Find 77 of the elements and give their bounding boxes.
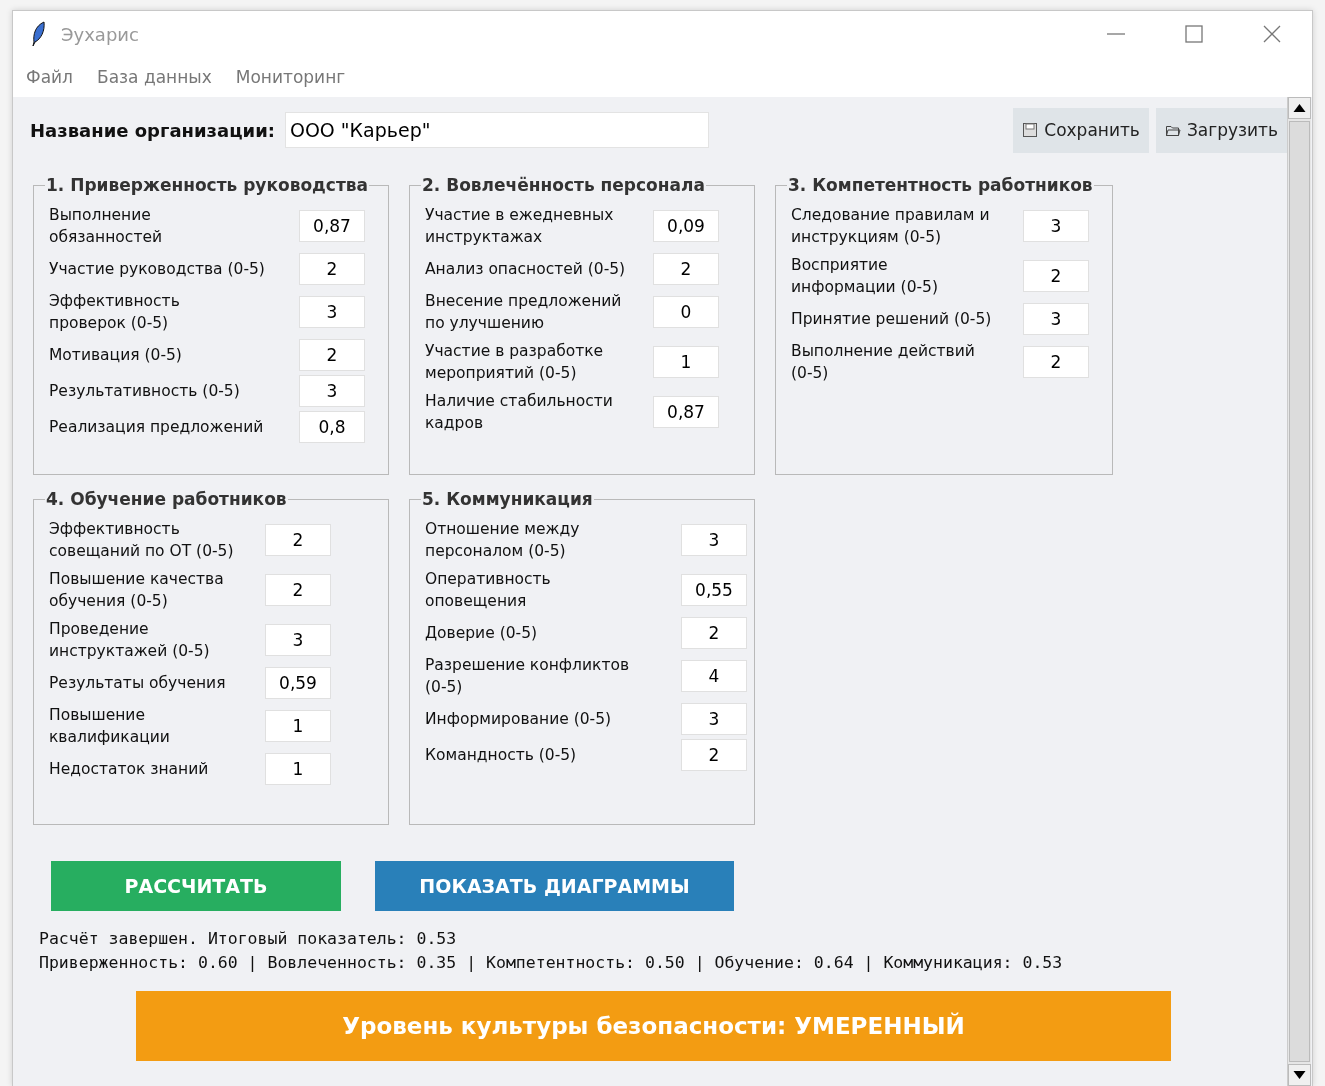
field-label: Проведение инструктажей (0-5) [49,619,211,662]
value-field[interactable]: 0,09 [653,210,719,242]
field-label: Эффективность совещаний по ОТ (0-5) [49,519,235,562]
value-field[interactable]: 3 [299,375,365,407]
value-field[interactable]: 3 [1023,303,1089,335]
organization-field[interactable]: ООО "Карьер" [284,112,709,148]
value-field[interactable]: 0,87 [653,396,719,428]
load-button[interactable]: Загрузить [1155,107,1287,153]
floppy-icon [1022,122,1039,138]
field-label: Анализ опасностей (0-5) [425,259,627,280]
feather-icon [31,21,47,47]
field-label: Недостаток знаний [49,759,210,780]
value-field[interactable]: 0,55 [681,574,747,606]
value-field[interactable]: 0,59 [265,667,331,699]
field-label: Восприятие информации (0-5) [791,255,939,298]
value-field[interactable]: 0,87 [299,210,365,242]
organization-label: Название организации: [30,119,275,141]
value-field[interactable]: 0,8 [299,411,365,443]
field-label: Выполнение обязанностей [49,205,164,248]
value-field[interactable]: 2 [1023,346,1089,378]
group-title: 1. Приверженность руководства [45,175,369,195]
scroll-down-icon[interactable] [1288,1064,1311,1086]
field-label: Принятие решений (0-5) [791,309,993,330]
value-field[interactable]: 3 [265,624,331,656]
menu-item[interactable]: Файл [26,67,73,87]
field-label: Участие руководства (0-5) [49,259,266,280]
field-label: Результаты обучения [49,673,227,694]
maximize-icon[interactable] [1184,24,1204,44]
field-label: Мотивация (0-5) [49,345,183,366]
menu-item[interactable]: Мониторинг [235,67,346,87]
value-field[interactable]: 3 [1023,210,1089,242]
value-field[interactable]: 2 [1023,260,1089,292]
field-label: Следование правилам и инструкциям (0-5) [791,205,991,248]
field-label: Реализация предложений [49,417,265,438]
value-field[interactable]: 2 [265,574,331,606]
value-field[interactable]: 3 [299,296,365,328]
close-icon[interactable] [1262,24,1282,44]
value-field[interactable]: 2 [681,617,747,649]
value-field[interactable]: 2 [653,253,719,285]
field-label: Информирование (0-5) [425,709,613,730]
value-field[interactable]: 2 [299,253,365,285]
group-title: 2. Вовлечённость персонала [421,175,706,195]
value-field[interactable]: 0 [653,296,719,328]
value-field[interactable]: 1 [265,753,331,785]
field-label: Разрешение конфликтов (0-5) [425,655,631,698]
field-label: Повышение квалификации [49,705,171,748]
window-title: Эухарис [61,23,139,45]
field-label: Командность (0-5) [425,745,578,766]
field-label: Доверие (0-5) [425,623,539,644]
value-field[interactable]: 2 [265,524,331,556]
save-button[interactable]: Сохранить [1013,107,1149,153]
field-label: Эффективность проверок (0-5) [49,291,181,334]
field-label: Результативность (0-5) [49,381,241,402]
group-title: 4. Обучение работников [45,489,288,509]
field-label: Выполнение действий (0-5) [791,341,976,384]
field-label: Отношение между персоналом (0-5) [425,519,581,562]
field-label: Повышение качества обучения (0-5) [49,569,225,612]
field-label: Участие в ежедневных инструктажах [425,205,615,248]
value-field[interactable]: 2 [299,339,365,371]
group-title: 3. Компетентность работников [787,175,1094,195]
value-field[interactable]: 3 [681,703,747,735]
scroll-up-icon[interactable] [1288,97,1311,119]
field-label: Внесение предложений по улучшению [425,291,623,334]
result-banner: Уровень культуры безопасности: УМЕРЕННЫЙ [136,991,1171,1061]
field-label: Наличие стабильности кадров [425,391,614,434]
status-text: Расчёт завершен. Итоговый показатель: 0.53 [39,928,458,950]
value-field[interactable]: 2 [681,739,747,771]
value-field[interactable]: 1 [653,346,719,378]
value-field[interactable]: 1 [265,710,331,742]
value-field[interactable]: 4 [681,660,747,692]
menu-item[interactable]: База данных [96,67,212,87]
value-field[interactable]: 3 [681,524,747,556]
field-label: Участие в разработке мероприятий (0-5) [425,341,605,384]
status-text: Приверженность: 0.60 | Вовлеченность: 0.35 | Компетентность: 0.50 | Обучение: 0.64 | Коммуникация: 0.53 [39,952,1064,974]
action-button[interactable]: ПОКАЗАТЬ ДИАГРАММЫ [375,861,734,911]
field-label: Оперативность оповещения [425,569,552,612]
group-title: 5. Коммуникация [421,489,594,509]
